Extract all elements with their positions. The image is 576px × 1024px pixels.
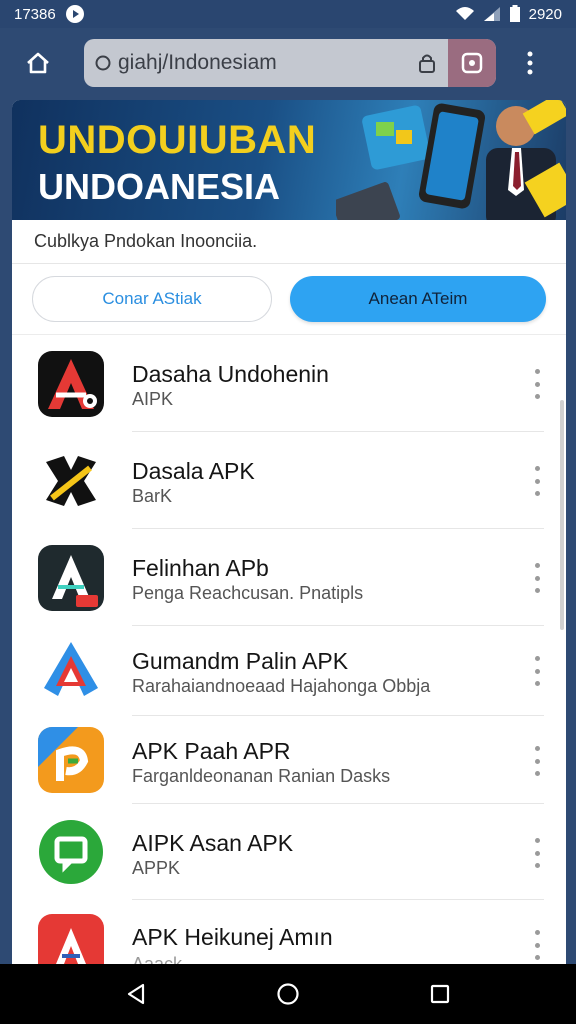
app-desc: AIPK bbox=[132, 389, 174, 409]
app-name: Felinhan APb bbox=[132, 555, 269, 581]
app-icon bbox=[38, 819, 104, 885]
more-options-icon[interactable] bbox=[532, 930, 542, 960]
site-info-icon bbox=[95, 55, 111, 71]
app-desc: APPK bbox=[132, 858, 181, 878]
app-name: APK Heikunej Amın bbox=[132, 924, 333, 950]
url-text: giahj/Indonesiam bbox=[118, 51, 277, 74]
app-desc: Penga Reachcusan. Pnatipls bbox=[132, 583, 364, 603]
banner-title-line2: UNDOANESIA bbox=[38, 166, 281, 207]
scrollbar[interactable] bbox=[560, 400, 564, 630]
secondary-button[interactable]: Conar AStiak bbox=[32, 276, 272, 322]
battery-icon bbox=[509, 5, 520, 22]
hero-banner: UNDOUIUBAN UNDOANESIA bbox=[12, 100, 566, 220]
app-name: Gumandm Palin APK bbox=[132, 648, 349, 674]
list-item[interactable]: APK Paah APR Farganldeonanan Ranian Dask… bbox=[12, 716, 566, 804]
app-icon bbox=[38, 447, 104, 514]
app-desc: Aaack bbox=[132, 954, 183, 964]
signal-icon bbox=[483, 7, 500, 21]
banner-title-line1: UNDOUIUBAN bbox=[38, 118, 317, 162]
app-list: Dasaha Undohenin AIPK Dasala APK BarK Fe… bbox=[12, 335, 566, 964]
status-time: 17386 bbox=[14, 5, 56, 23]
app-icon bbox=[38, 914, 104, 964]
page-subtitle: Cublkya Pndokan Inoonciia. bbox=[12, 220, 566, 264]
home-button[interactable] bbox=[18, 43, 58, 83]
more-options-icon[interactable] bbox=[532, 656, 542, 686]
list-item[interactable]: Dasaha Undohenin AIPK bbox=[12, 335, 566, 432]
action-buttons: Conar AStiak Anean ATeim bbox=[12, 264, 566, 335]
overflow-menu-button[interactable] bbox=[520, 43, 540, 83]
primary-button[interactable]: Anean ATeim bbox=[290, 276, 546, 322]
more-options-icon[interactable] bbox=[532, 838, 542, 868]
more-options-icon[interactable] bbox=[532, 369, 542, 399]
app-name: Dasaha Undohenin bbox=[132, 361, 329, 387]
more-options-icon[interactable] bbox=[532, 563, 542, 593]
lock-icon bbox=[418, 53, 436, 78]
banner-artwork bbox=[336, 100, 566, 220]
app-name: Dasala APK bbox=[132, 458, 255, 484]
web-page: UNDOUIUBAN UNDOANESIA Cublkya Pndokan In… bbox=[12, 100, 566, 964]
recents-icon bbox=[430, 984, 450, 1004]
app-icon bbox=[38, 350, 104, 417]
wifi-icon bbox=[455, 7, 474, 20]
back-icon bbox=[127, 983, 145, 1005]
more-vert-icon bbox=[527, 51, 533, 75]
tabs-button[interactable] bbox=[448, 39, 496, 87]
list-item[interactable]: APK Heikunej Amın Aaack bbox=[12, 900, 566, 964]
app-name: AIPK Asan APK bbox=[132, 830, 294, 856]
app-desc: Rarahaiandnoeaad Hajahonga Obbja bbox=[132, 676, 431, 696]
list-item[interactable]: Gumandm Palin APK Rarahaiandnoeaad Hajah… bbox=[12, 626, 566, 716]
app-desc: Farganldeonanan Ranian Dasks bbox=[132, 766, 391, 786]
list-item[interactable]: Felinhan APb Penga Reachcusan. Pnatipls bbox=[12, 529, 566, 626]
browser-toolbar: giahj/Indonesiam bbox=[0, 28, 576, 98]
app-icon bbox=[38, 544, 104, 611]
recents-button[interactable] bbox=[420, 974, 460, 1014]
status-bar: 17386 2920 bbox=[0, 0, 576, 28]
notification-icon bbox=[65, 5, 84, 23]
status-right: 2920 bbox=[455, 5, 562, 23]
app-icon bbox=[38, 727, 104, 793]
home-circle-icon bbox=[277, 983, 299, 1005]
more-options-icon[interactable] bbox=[532, 746, 542, 776]
system-navigation-bar bbox=[0, 964, 576, 1024]
back-button[interactable] bbox=[116, 974, 156, 1014]
more-options-icon[interactable] bbox=[532, 466, 542, 496]
app-name: APK Paah APR bbox=[132, 738, 291, 764]
home-icon bbox=[27, 52, 49, 74]
list-item[interactable]: Dasala APK BarK bbox=[12, 432, 566, 529]
home-nav-button[interactable] bbox=[268, 974, 308, 1014]
app-desc: BarK bbox=[132, 486, 173, 506]
list-item[interactable]: AIPK Asan APK APPK bbox=[12, 804, 566, 900]
tabs-icon bbox=[461, 52, 483, 74]
app-icon bbox=[38, 638, 104, 704]
status-right-time: 2920 bbox=[528, 5, 562, 23]
address-bar[interactable]: giahj/Indonesiam bbox=[84, 39, 496, 87]
